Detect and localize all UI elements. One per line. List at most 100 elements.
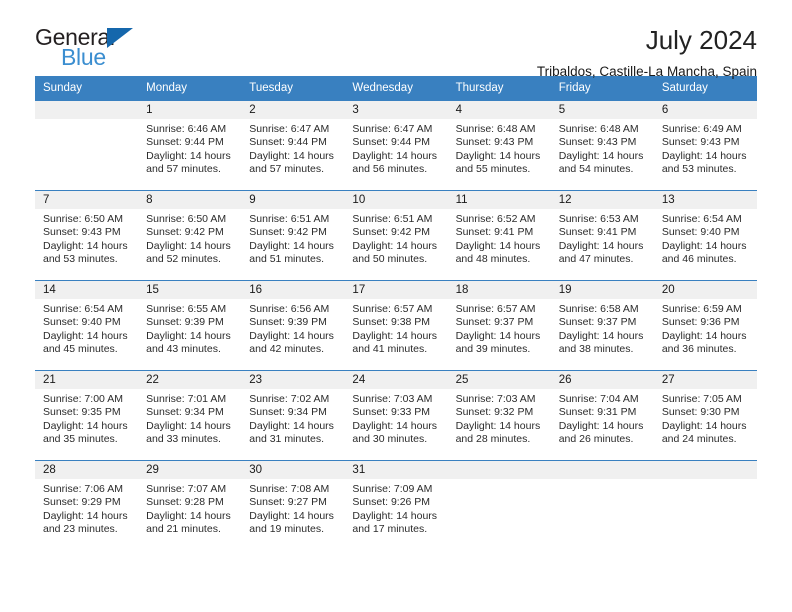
sunset-text: Sunset: 9:40 PM — [43, 316, 121, 329]
calendar-day-cell[interactable]: 1 Sunrise: 6:46 AM Sunset: 9:44 PM Daylight… — [138, 100, 242, 191]
weekday-header-sunday: Sunday — [35, 76, 139, 101]
sunset-text: Sunset: 9:35 PM — [43, 406, 121, 419]
calendar-body: 1 Sunrise: 6:46 AM Sunset: 9:44 PM Daylight… — [35, 100, 757, 551]
sunrise-text: Sunrise: 6:47 AM — [249, 123, 330, 135]
calendar-day-cell[interactable]: 29 Sunrise: 7:07 AM Sunset: 9:28 PM Dayligh… — [138, 460, 242, 551]
calendar-day-cell[interactable]: 15 Sunrise: 6:55 AM Sunset: 9:39 PM Dayligh… — [138, 280, 242, 371]
daylight-text: Daylight: 14 hours and 31 minutes. — [249, 419, 334, 446]
calendar-day-cell[interactable]: 25 Sunrise: 7:03 AM Sunset: 9:32 PM Dayligh… — [447, 370, 551, 461]
calendar-day-cell[interactable]: 5 Sunrise: 6:48 AM Sunset: 9:43 PM Daylight… — [550, 100, 654, 191]
sunrise-text: Sunrise: 7:07 AM — [146, 483, 227, 495]
calendar-day-cell[interactable]: 14 Sunrise: 6:54 AM Sunset: 9:40 PM Dayligh… — [35, 280, 139, 371]
day-number-placeholder — [653, 461, 757, 479]
day-number: 14 — [35, 281, 139, 299]
sunset-text: Sunset: 9:36 PM — [661, 316, 740, 329]
sunset-text: Sunset: 9:31 PM — [558, 406, 637, 419]
daylight-text: Daylight: 14 hours and 41 minutes. — [352, 329, 438, 356]
day-number: 16 — [241, 281, 345, 299]
day-details: Sunrise: 6:57 AM Sunset: 9:37 PM Daylight:… — [448, 299, 551, 357]
daylight-text: Daylight: 14 hours and 53 minutes. — [661, 149, 747, 176]
day-details: Sunrise: 6:51 AM Sunset: 9:42 PM Daylight:… — [344, 209, 447, 267]
sunrise-text: Sunrise: 6:59 AM — [661, 303, 742, 315]
general-blue-logo[interactable]: General Blue — [35, 26, 145, 72]
calendar-day-cell[interactable]: 2 Sunrise: 6:47 AM Sunset: 9:44 PM Daylight… — [241, 100, 345, 191]
day-number: 27 — [653, 371, 757, 389]
sunset-text: Sunset: 9:37 PM — [558, 316, 637, 329]
day-details: Sunrise: 6:54 AM Sunset: 9:40 PM Daylight:… — [654, 209, 757, 267]
sunrise-text: Sunrise: 6:52 AM — [455, 213, 536, 225]
daylight-text: Daylight: 14 hours and 48 minutes. — [455, 239, 541, 266]
day-number: 8 — [138, 191, 242, 209]
calendar-day-cell-empty — [550, 460, 654, 551]
sunset-text: Sunset: 9:40 PM — [661, 226, 740, 239]
calendar-day-cell[interactable]: 28 Sunrise: 7:06 AM Sunset: 9:29 PM Dayligh… — [35, 460, 139, 551]
calendar-page: General Blue July 2024 Tribaldos, Castil… — [0, 0, 792, 612]
calendar-day-cell[interactable]: 3 Sunrise: 6:47 AM Sunset: 9:44 PM Daylight… — [344, 100, 448, 191]
day-details: Sunrise: 7:03 AM Sunset: 9:32 PM Daylight:… — [448, 389, 551, 447]
sunrise-text: Sunrise: 7:04 AM — [558, 393, 639, 405]
day-details: Sunrise: 6:46 AM Sunset: 9:44 PM Daylight:… — [138, 119, 241, 177]
calendar-day-cell[interactable]: 31 Sunrise: 7:09 AM Sunset: 9:26 PM Dayligh… — [344, 460, 448, 551]
calendar-day-cell[interactable]: 22 Sunrise: 7:01 AM Sunset: 9:34 PM Dayligh… — [138, 370, 242, 461]
day-number: 3 — [344, 101, 448, 119]
daylight-text: Daylight: 14 hours and 46 minutes. — [661, 239, 747, 266]
daylight-text: Daylight: 14 hours and 17 minutes. — [352, 509, 438, 536]
calendar-day-cell[interactable]: 21 Sunrise: 7:00 AM Sunset: 9:35 PM Dayligh… — [35, 370, 139, 461]
daylight-text: Daylight: 14 hours and 35 minutes. — [43, 419, 128, 446]
calendar-day-cell[interactable]: 23 Sunrise: 7:02 AM Sunset: 9:34 PM Dayligh… — [241, 370, 345, 461]
calendar-day-cell[interactable]: 18 Sunrise: 6:57 AM Sunset: 9:37 PM Dayligh… — [447, 280, 551, 371]
sunset-text: Sunset: 9:41 PM — [455, 226, 534, 239]
sunset-text: Sunset: 9:32 PM — [455, 406, 534, 419]
daylight-text: Daylight: 14 hours and 54 minutes. — [558, 149, 644, 176]
calendar-day-cell[interactable]: 7 Sunrise: 6:50 AM Sunset: 9:43 PM Daylight… — [35, 190, 139, 281]
day-number: 17 — [344, 281, 448, 299]
calendar-week-row: 14 Sunrise: 6:54 AM Sunset: 9:40 PM Dayligh… — [35, 280, 757, 371]
calendar-day-cell[interactable]: 16 Sunrise: 6:56 AM Sunset: 9:39 PM Dayligh… — [241, 280, 345, 371]
weekday-header-tuesday: Tuesday — [241, 76, 345, 101]
sunrise-text: Sunrise: 6:47 AM — [352, 123, 433, 135]
weekday-header-friday: Friday — [550, 76, 654, 101]
calendar-day-cell[interactable]: 12 Sunrise: 6:53 AM Sunset: 9:41 PM Dayligh… — [550, 190, 654, 281]
calendar-day-cell[interactable]: 10 Sunrise: 6:51 AM Sunset: 9:42 PM Dayligh… — [344, 190, 448, 281]
day-number-placeholder — [35, 101, 139, 119]
calendar-day-cell[interactable]: 13 Sunrise: 6:54 AM Sunset: 9:40 PM Dayligh… — [653, 190, 757, 281]
calendar-day-cell[interactable]: 8 Sunrise: 6:50 AM Sunset: 9:42 PM Daylight… — [138, 190, 242, 281]
calendar-day-cell[interactable]: 20 Sunrise: 6:59 AM Sunset: 9:36 PM Dayligh… — [653, 280, 757, 371]
sunrise-text: Sunrise: 6:50 AM — [146, 213, 227, 225]
triangle-icon — [107, 28, 133, 48]
daylight-text: Daylight: 14 hours and 30 minutes. — [352, 419, 438, 446]
daylight-text: Daylight: 14 hours and 57 minutes. — [249, 149, 334, 176]
calendar-day-cell[interactable]: 6 Sunrise: 6:49 AM Sunset: 9:43 PM Daylight… — [653, 100, 757, 191]
calendar-day-cell[interactable]: 26 Sunrise: 7:04 AM Sunset: 9:31 PM Dayligh… — [550, 370, 654, 461]
day-number: 2 — [241, 101, 345, 119]
day-number: 24 — [344, 371, 448, 389]
sunrise-text: Sunrise: 7:06 AM — [43, 483, 123, 495]
day-details: Sunrise: 6:50 AM Sunset: 9:43 PM Daylight:… — [35, 209, 138, 267]
sunset-text: Sunset: 9:44 PM — [249, 136, 327, 149]
weekday-header-monday: Monday — [138, 76, 242, 101]
calendar-day-cell[interactable]: 17 Sunrise: 6:57 AM Sunset: 9:38 PM Dayligh… — [344, 280, 448, 371]
calendar-day-cell[interactable]: 30 Sunrise: 7:08 AM Sunset: 9:27 PM Dayligh… — [241, 460, 345, 551]
daylight-text: Daylight: 14 hours and 57 minutes. — [146, 149, 231, 176]
calendar-day-cell[interactable]: 9 Sunrise: 6:51 AM Sunset: 9:42 PM Daylight… — [241, 190, 345, 281]
day-number: 28 — [35, 461, 139, 479]
daylight-text: Daylight: 14 hours and 42 minutes. — [249, 329, 334, 356]
sunset-text: Sunset: 9:34 PM — [146, 406, 224, 419]
day-number: 23 — [241, 371, 345, 389]
calendar-day-cell[interactable]: 11 Sunrise: 6:52 AM Sunset: 9:41 PM Dayligh… — [447, 190, 551, 281]
calendar-day-cell[interactable]: 27 Sunrise: 7:05 AM Sunset: 9:30 PM Dayligh… — [653, 370, 757, 461]
calendar-day-cell-empty — [35, 100, 139, 191]
daylight-text: Daylight: 14 hours and 38 minutes. — [558, 329, 644, 356]
day-number: 9 — [241, 191, 345, 209]
day-details: Sunrise: 7:00 AM Sunset: 9:35 PM Daylight:… — [35, 389, 138, 447]
day-details: Sunrise: 6:49 AM Sunset: 9:43 PM Daylight:… — [654, 119, 757, 177]
calendar-day-cell[interactable]: 4 Sunrise: 6:48 AM Sunset: 9:43 PM Daylight… — [447, 100, 551, 191]
sunrise-text: Sunrise: 6:57 AM — [352, 303, 433, 315]
day-number: 4 — [447, 101, 551, 119]
day-details: Sunrise: 6:52 AM Sunset: 9:41 PM Daylight:… — [448, 209, 551, 267]
calendar-day-cell[interactable]: 24 Sunrise: 7:03 AM Sunset: 9:33 PM Dayligh… — [344, 370, 448, 461]
daylight-text: Daylight: 14 hours and 39 minutes. — [455, 329, 541, 356]
day-number: 18 — [447, 281, 551, 299]
sunset-text: Sunset: 9:27 PM — [249, 496, 327, 509]
calendar-day-cell[interactable]: 19 Sunrise: 6:58 AM Sunset: 9:37 PM Dayligh… — [550, 280, 654, 371]
